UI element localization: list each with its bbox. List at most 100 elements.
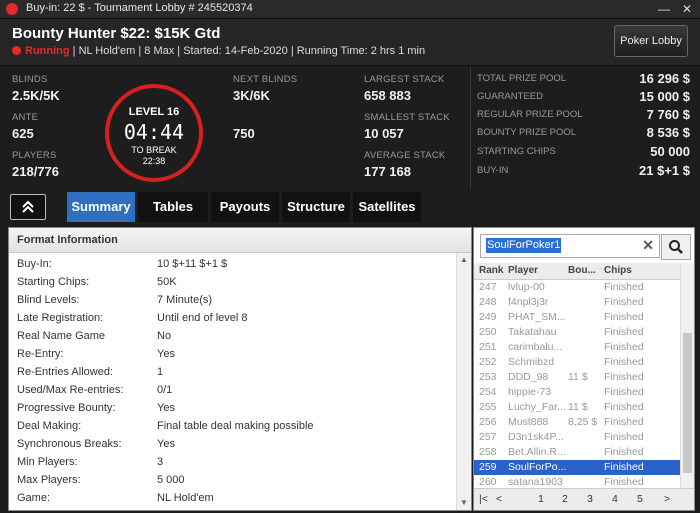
poker-lobby-button[interactable]: Poker Lobby bbox=[614, 25, 688, 57]
player-row[interactable]: 247 lvlup-00 Finished bbox=[474, 280, 680, 295]
format-row: Progressive Bounty: Yes bbox=[9, 399, 449, 417]
players-value: 218/776 bbox=[12, 164, 59, 179]
running-dot-icon bbox=[12, 46, 21, 55]
col-rank[interactable]: Rank bbox=[479, 265, 503, 276]
average-stack-label: AVERAGE STACK bbox=[364, 150, 446, 161]
page-number[interactable]: 5 bbox=[637, 493, 643, 505]
format-key: Min Players: bbox=[17, 456, 78, 468]
player-player: carimbalu... bbox=[508, 341, 563, 353]
scroll-down-icon[interactable]: ▼ bbox=[457, 496, 471, 510]
player-row[interactable]: 255 Luchy_Far... 11 $ Finished bbox=[474, 400, 680, 415]
minimize-button[interactable]: — bbox=[655, 1, 673, 17]
col-chips[interactable]: Chips bbox=[604, 265, 632, 276]
format-value: 50K bbox=[157, 276, 177, 288]
player-row[interactable]: 256 Must888 8,25 $ Finished bbox=[474, 415, 680, 430]
player-rank: 254 bbox=[479, 386, 497, 398]
tab-summary[interactable]: Summary bbox=[67, 192, 135, 222]
next-page-icon[interactable]: > bbox=[664, 493, 670, 505]
player-row[interactable]: 248 f4npl3j3r Finished bbox=[474, 295, 680, 310]
player-row[interactable]: 253 DDD_98 11 $ Finished bbox=[474, 370, 680, 385]
page-number[interactable]: 1 bbox=[538, 493, 544, 505]
players-scrollbar[interactable] bbox=[680, 263, 694, 488]
level-timer: LEVEL 16 04:44 TO BREAK 22:38 bbox=[105, 84, 203, 182]
tournament-header: Bounty Hunter $22: $15K Gtd Running | NL… bbox=[0, 19, 700, 66]
player-player: Must888 bbox=[508, 416, 549, 428]
player-player: Luchy_Far... bbox=[508, 401, 566, 413]
prize-value: 8 536 $ bbox=[646, 125, 690, 140]
next-ante-value: 750 bbox=[233, 126, 255, 141]
blinds-value: 2.5K/5K bbox=[12, 88, 60, 103]
player-chips: Finished bbox=[604, 416, 644, 428]
average-stack-value: 177 168 bbox=[364, 164, 411, 179]
format-value: 10 $+11 $+1 $ bbox=[157, 258, 228, 270]
format-key: Buy-In: bbox=[17, 258, 52, 270]
player-row[interactable]: 257 D3n1sk4P... Finished bbox=[474, 430, 680, 445]
player-row[interactable]: 249 PHAT_SM... Finished bbox=[474, 310, 680, 325]
format-key: Used/Max Re-entries: bbox=[17, 384, 124, 396]
player-row[interactable]: 251 carimbalu... Finished bbox=[474, 340, 680, 355]
prize-value: 7 760 $ bbox=[646, 107, 690, 122]
stats-divider bbox=[470, 66, 471, 190]
page-number[interactable]: 4 bbox=[612, 493, 618, 505]
to-break-label: TO BREAK bbox=[131, 145, 177, 155]
player-search-input[interactable]: SoulForPoker1 ✕ bbox=[480, 234, 660, 258]
close-button[interactable]: ✕ bbox=[678, 1, 696, 17]
first-page-icon[interactable]: |< bbox=[479, 493, 488, 505]
format-scrollbar[interactable]: ▲ ▼ bbox=[456, 253, 471, 510]
format-key: Synchronous Breaks: bbox=[17, 438, 122, 450]
collapse-button[interactable] bbox=[10, 194, 46, 220]
ante-value: 625 bbox=[12, 126, 34, 141]
scroll-up-icon[interactable]: ▲ bbox=[457, 253, 471, 267]
player-row[interactable]: 259 SoulForPo... Finished bbox=[474, 460, 680, 475]
player-rank: 257 bbox=[479, 431, 497, 443]
format-value: NL Hold'em bbox=[157, 492, 214, 504]
player-bounty: 11 $ bbox=[568, 371, 588, 383]
to-break-value: 22:38 bbox=[142, 156, 166, 166]
search-button[interactable] bbox=[661, 234, 691, 260]
player-rank: 248 bbox=[479, 296, 497, 308]
tab-tables[interactable]: Tables bbox=[138, 192, 208, 222]
app-icon bbox=[6, 3, 18, 15]
format-key: Re-Entry: bbox=[17, 348, 64, 360]
prize-label: STARTING CHIPS bbox=[477, 146, 556, 157]
format-value: 1 bbox=[157, 366, 164, 378]
player-chips: Finished bbox=[604, 311, 644, 323]
player-rank: 252 bbox=[479, 356, 497, 368]
player-row[interactable]: 258 Bet.Allin.R... Finished bbox=[474, 445, 680, 460]
player-chips: Finished bbox=[604, 281, 644, 293]
tab-payouts[interactable]: Payouts bbox=[211, 192, 279, 222]
player-row[interactable]: 250 Takatahau Finished bbox=[474, 325, 680, 340]
player-row[interactable]: 254 hippie-73 Finished bbox=[474, 385, 680, 400]
player-row[interactable]: 252 Schmibzd Finished bbox=[474, 355, 680, 370]
format-row: Late Registration: Until end of level 8 bbox=[9, 309, 449, 327]
player-chips: Finished bbox=[604, 341, 644, 353]
players-label: PLAYERS bbox=[12, 150, 57, 161]
player-rank: 256 bbox=[479, 416, 497, 428]
prize-value: 15 000 $ bbox=[639, 89, 690, 104]
tab-structure[interactable]: Structure bbox=[282, 192, 350, 222]
player-chips: Finished bbox=[604, 356, 644, 368]
window-title: Buy-in: 22 $ - Tournament Lobby # 245520… bbox=[26, 2, 253, 14]
level-label: LEVEL 16 bbox=[128, 106, 180, 118]
player-player: SoulForPo... bbox=[508, 461, 566, 473]
format-row: Re-Entries Allowed: 1 bbox=[9, 363, 449, 381]
player-chips: Finished bbox=[604, 461, 644, 473]
player-player: DDD_98 bbox=[508, 371, 549, 383]
format-value: Final table deal making possible bbox=[157, 420, 314, 432]
prev-page-icon[interactable]: < bbox=[496, 493, 502, 505]
double-chevron-up-icon bbox=[22, 200, 34, 213]
clear-search-icon[interactable]: ✕ bbox=[642, 237, 654, 254]
search-icon bbox=[669, 240, 683, 254]
prize-label: BOUNTY PRIZE POOL bbox=[477, 127, 577, 138]
page-number[interactable]: 3 bbox=[587, 493, 593, 505]
format-value: Yes bbox=[157, 402, 175, 414]
pagination: |< < 1 2 3 4 5 > bbox=[474, 488, 694, 510]
format-value: Yes bbox=[157, 348, 175, 360]
scroll-thumb[interactable] bbox=[683, 333, 692, 473]
tournament-status: Running | NL Hold'em | 8 Max | Started: … bbox=[12, 45, 425, 57]
tab-satellites[interactable]: Satellites bbox=[353, 192, 421, 222]
col-bounty[interactable]: Bou... bbox=[568, 265, 596, 276]
col-player[interactable]: Player bbox=[508, 265, 538, 276]
players-table-header: Rank Player Bou... Chips bbox=[474, 263, 680, 280]
page-number[interactable]: 2 bbox=[562, 493, 568, 505]
